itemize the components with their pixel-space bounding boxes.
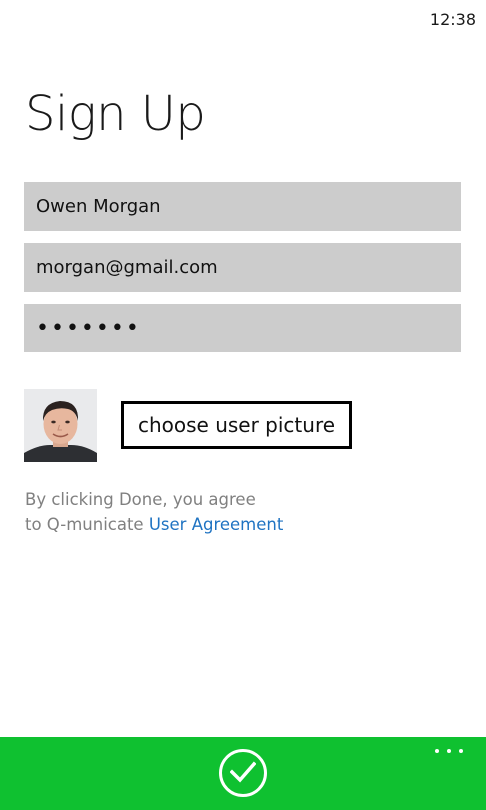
- password-mask: •••••••: [36, 315, 141, 341]
- user-avatar: [24, 389, 97, 462]
- agreement-prefix: to Q-municate: [25, 515, 149, 534]
- sign-up-screen: 12:38 Sign Up ••••••• choose user pictur…: [0, 0, 486, 810]
- password-input[interactable]: •••••••: [24, 304, 461, 352]
- page-title: Sign Up: [25, 86, 206, 142]
- ellipsis-dot: [435, 749, 439, 753]
- agreement-line-1: By clicking Done, you agree: [25, 490, 256, 509]
- agreement-text: By clicking Done, you agree to Q-municat…: [25, 487, 455, 537]
- full-name-input[interactable]: [24, 182, 461, 231]
- status-bar-time: 12:38: [429, 10, 476, 29]
- done-button[interactable]: [219, 749, 267, 797]
- ellipsis-dot: [447, 749, 451, 753]
- user-portrait-icon: [24, 389, 97, 462]
- app-bar: [0, 737, 486, 810]
- agreement-line-2: to Q-municate User Agreement: [25, 512, 455, 537]
- ellipsis-dot: [459, 749, 463, 753]
- email-input[interactable]: [24, 243, 461, 292]
- choose-picture-button[interactable]: choose user picture: [121, 401, 352, 449]
- checkmark-icon: [230, 761, 256, 783]
- user-agreement-link[interactable]: User Agreement: [149, 515, 284, 534]
- more-options-button[interactable]: [434, 743, 464, 759]
